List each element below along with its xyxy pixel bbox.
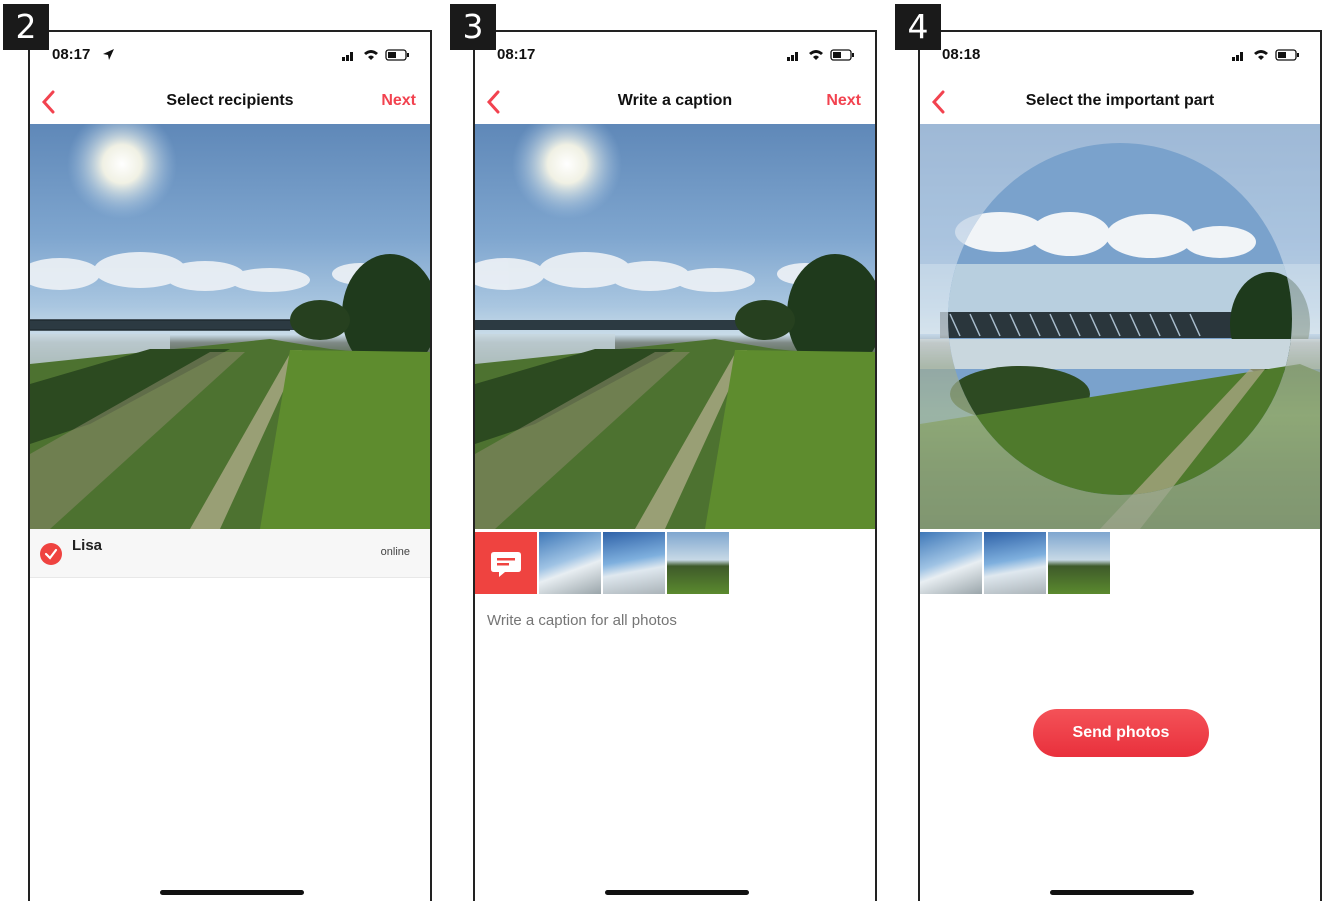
recipient-status: online — [380, 546, 410, 558]
recipient-name: Lisa — [72, 537, 103, 554]
status-icons — [1230, 48, 1300, 66]
checkmark-icon[interactable] — [40, 543, 62, 565]
location-arrow-icon — [103, 49, 114, 60]
status-time: 08:17 — [52, 46, 91, 63]
page-title: Write a caption — [617, 92, 733, 109]
photo-thumbnail[interactable] — [920, 532, 982, 594]
home-indicator — [605, 890, 749, 895]
phone-select-recipients: 08:17 Select recipients Next Lisa online — [28, 30, 432, 901]
status-time: 08:17 — [497, 46, 536, 63]
signal-icon — [1232, 52, 1243, 61]
photo-thumbnail[interactable] — [667, 532, 729, 594]
wifi-icon — [1254, 50, 1268, 60]
send-photos-button[interactable]: Send photos — [1033, 709, 1209, 757]
status-bar: 08:17 — [497, 46, 855, 66]
crop-area[interactable] — [920, 124, 1320, 529]
battery-icon — [385, 49, 409, 61]
step-badge-4: 4 — [895, 4, 941, 50]
caption-input[interactable] — [487, 612, 863, 629]
nav-bar: Select the important part — [920, 88, 1320, 120]
wifi-icon — [364, 50, 378, 60]
caption-button[interactable] — [475, 532, 537, 594]
next-button[interactable]: Next — [381, 92, 416, 110]
signal-icon — [342, 52, 353, 61]
phone-write-caption: 08:17 Write a caption Next — [473, 30, 877, 901]
photo-thumbnail[interactable] — [539, 532, 601, 594]
photo-thumbnail[interactable] — [603, 532, 665, 594]
home-indicator — [1050, 890, 1194, 895]
step-badge-3: 3 — [450, 4, 496, 50]
selected-photo — [475, 124, 875, 529]
nav-bar: Select recipients Next — [30, 88, 430, 120]
signal-icon — [787, 52, 798, 61]
recipient-row[interactable]: Lisa online — [30, 529, 430, 578]
selected-photo — [30, 124, 430, 529]
photo-thumbnail[interactable] — [1048, 532, 1110, 594]
wifi-icon — [809, 50, 823, 60]
next-button[interactable]: Next — [826, 92, 861, 110]
status-bar: 08:18 — [942, 46, 1300, 66]
status-bar: 08:17 — [52, 46, 410, 66]
nav-bar: Write a caption Next — [475, 88, 875, 120]
page-title: Select recipients — [166, 92, 294, 109]
speech-bubble-icon — [491, 552, 521, 577]
battery-icon — [1275, 49, 1299, 61]
status-icons — [785, 48, 855, 66]
photo-thumbnail[interactable] — [984, 532, 1046, 594]
step-badge-2: 2 — [3, 4, 49, 50]
battery-icon — [830, 49, 854, 61]
phone-select-important-part: 08:18 Select the important part Send pho… — [918, 30, 1322, 901]
page-title: Select the important part — [1025, 92, 1215, 109]
status-icons — [340, 48, 410, 66]
home-indicator — [160, 890, 304, 895]
status-time: 08:18 — [942, 46, 981, 63]
